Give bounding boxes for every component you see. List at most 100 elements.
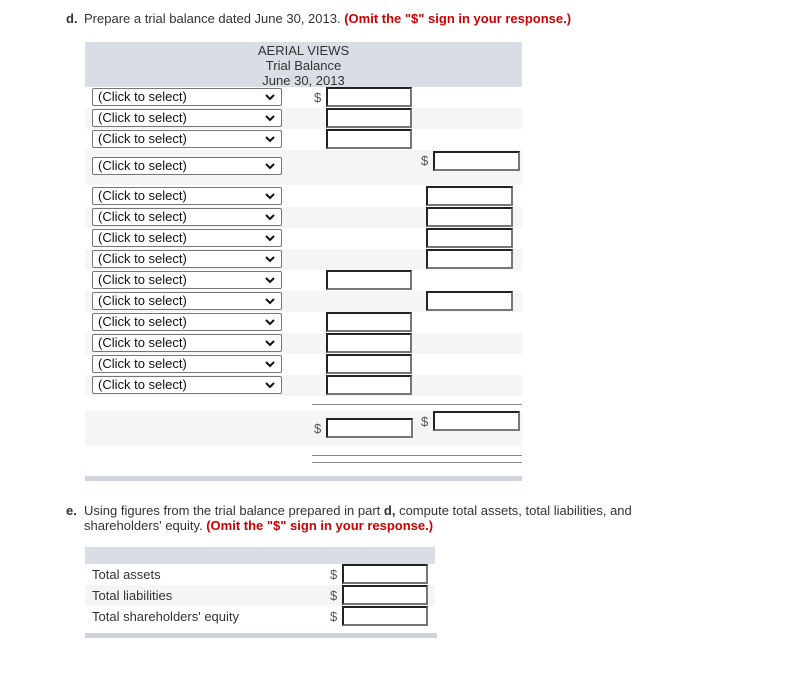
dollar-sign: $: [330, 567, 338, 582]
table-row: (Click to select): [85, 270, 522, 291]
account-select-value: (Click to select): [98, 335, 187, 350]
trial-balance-header: AERIAL VIEWS Trial Balance June 30, 2013: [85, 42, 522, 88]
question-e-prompt-1: Using figures from the trial balance pre…: [84, 503, 381, 518]
chevron-down-icon: [265, 277, 275, 284]
account-select[interactable]: (Click to select): [92, 250, 282, 268]
credit-input[interactable]: [426, 249, 513, 269]
account-select[interactable]: (Click to select): [92, 376, 282, 394]
account-select-value: (Click to select): [98, 293, 187, 308]
account-select-value: (Click to select): [98, 356, 187, 371]
table-row: Total shareholders' equity $: [85, 606, 435, 627]
debit-input[interactable]: [326, 129, 412, 149]
dollar-sign: $: [314, 90, 322, 105]
account-select[interactable]: (Click to select): [92, 109, 282, 127]
total-credit-input[interactable]: [433, 411, 520, 431]
account-select[interactable]: (Click to select): [92, 292, 282, 310]
chevron-down-icon: [265, 136, 275, 143]
row-label: Total shareholders' equity: [92, 609, 240, 624]
chevron-down-icon: [265, 319, 275, 326]
credit-input[interactable]: [426, 291, 513, 311]
table-row: (Click to select): [85, 249, 522, 270]
total-debit-input[interactable]: [326, 418, 413, 438]
dollar-sign: $: [421, 153, 429, 168]
question-d-letter: d.: [66, 11, 78, 26]
total-assets-input[interactable]: [342, 564, 428, 584]
table-footer-band: [85, 633, 437, 638]
account-select[interactable]: (Click to select): [92, 334, 282, 352]
total-liabilities-input[interactable]: [342, 585, 428, 605]
total-equity-input[interactable]: [342, 606, 428, 626]
row-label: Total liabilities: [92, 588, 173, 603]
account-select[interactable]: (Click to select): [92, 187, 282, 205]
chevron-down-icon: [265, 235, 275, 242]
table-row: (Click to select) $: [85, 150, 522, 185]
chevron-down-icon: [265, 361, 275, 368]
double-rule-top: [312, 455, 522, 456]
credit-input[interactable]: [433, 151, 520, 171]
credit-input[interactable]: [426, 186, 513, 206]
account-select-value: (Click to select): [98, 377, 187, 392]
account-select-value: (Click to select): [98, 251, 187, 266]
debit-input[interactable]: [326, 312, 412, 332]
account-select[interactable]: (Click to select): [92, 88, 282, 106]
table-row: (Click to select): [85, 291, 522, 312]
statement-date: June 30, 2013: [262, 73, 345, 88]
chevron-down-icon: [265, 256, 275, 263]
account-select[interactable]: (Click to select): [92, 208, 282, 226]
question-e: e. Using figures from the trial balance p…: [66, 503, 666, 533]
totals-row: $ $: [85, 411, 522, 446]
table-footer-band: [85, 476, 522, 481]
dollar-sign: $: [330, 588, 338, 603]
dollar-sign: $: [314, 421, 322, 436]
debit-input[interactable]: [326, 87, 412, 107]
account-select[interactable]: (Click to select): [92, 157, 282, 175]
table-row: (Click to select): [85, 312, 522, 333]
table-row: (Click to select): [85, 354, 522, 375]
dollar-sign: $: [330, 609, 338, 624]
account-select[interactable]: (Click to select): [92, 313, 282, 331]
account-select-value: (Click to select): [98, 209, 187, 224]
account-select[interactable]: (Click to select): [92, 271, 282, 289]
table-row: (Click to select) $: [85, 87, 522, 108]
table-row: (Click to select): [85, 108, 522, 129]
question-e-prompt-2: compute total assets, total liabilities,…: [399, 503, 632, 518]
account-select-value: (Click to select): [98, 89, 187, 104]
account-select[interactable]: (Click to select): [92, 229, 282, 247]
chevron-down-icon: [265, 94, 275, 101]
debit-input[interactable]: [326, 108, 412, 128]
account-select[interactable]: (Click to select): [92, 130, 282, 148]
company-name: AERIAL VIEWS: [257, 43, 350, 58]
chevron-down-icon: [265, 163, 275, 170]
table-row: (Click to select): [85, 333, 522, 354]
question-d-prompt: Prepare a trial balance dated June 30, 2…: [84, 11, 341, 26]
debit-input[interactable]: [326, 354, 412, 374]
account-select-value: (Click to select): [98, 188, 187, 203]
debit-input[interactable]: [326, 270, 412, 290]
credit-input[interactable]: [426, 228, 513, 248]
dollar-sign: $: [421, 414, 429, 429]
row-label: Total assets: [92, 567, 161, 582]
account-select-value: (Click to select): [98, 158, 187, 173]
table-row: (Click to select): [85, 228, 522, 249]
table-row: (Click to select): [85, 375, 522, 396]
chevron-down-icon: [265, 382, 275, 389]
chevron-down-icon: [265, 298, 275, 305]
question-d: d. Prepare a trial balance dated June 30,…: [66, 11, 571, 26]
account-select-value: (Click to select): [98, 314, 187, 329]
question-e-letter: e.: [66, 503, 77, 518]
table-row: (Click to select): [85, 186, 522, 207]
question-e-note: (Omit the "$" sign in your response.): [206, 518, 434, 533]
table-row: Total liabilities $: [85, 585, 435, 606]
account-select[interactable]: (Click to select): [92, 355, 282, 373]
chevron-down-icon: [265, 115, 275, 122]
table-row: (Click to select): [85, 207, 522, 228]
account-select-value: (Click to select): [98, 110, 187, 125]
debit-input[interactable]: [326, 375, 412, 395]
chevron-down-icon: [265, 340, 275, 347]
totals-table-header: [85, 547, 435, 564]
account-select-value: (Click to select): [98, 272, 187, 287]
table-row: Total assets $: [85, 564, 435, 585]
credit-input[interactable]: [426, 207, 513, 227]
account-select-value: (Click to select): [98, 131, 187, 146]
debit-input[interactable]: [326, 333, 412, 353]
